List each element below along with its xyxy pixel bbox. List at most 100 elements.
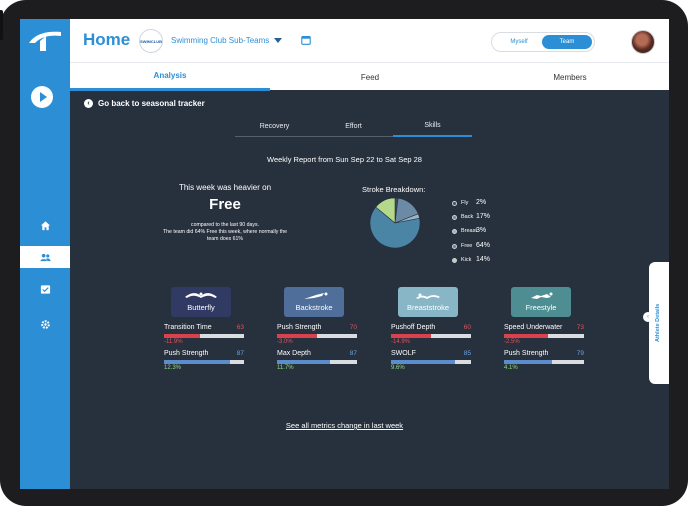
stroke-button-breaststroke[interactable]: Breaststroke (398, 287, 458, 317)
stroke-button-butterfly[interactable]: Butterfly (171, 287, 231, 317)
metric: SWOLF 85 9.6% (391, 350, 471, 372)
athlete-details-panel-tab[interactable]: Athlete Details (649, 262, 669, 384)
metric-name: Pushoff Depth (391, 324, 436, 331)
report-title: Weekly Report from Sun Sep 22 to Sat Sep… (267, 155, 422, 164)
summary-compare-line-2: The team did 64% Free this week, where n… (163, 229, 287, 235)
back-to-tracker-link[interactable]: ‹ Go back to seasonal tracker (84, 99, 205, 108)
legend-value: 2% (476, 199, 487, 206)
see-all-metrics-link[interactable]: See all metrics change in last week (20, 421, 669, 430)
page-title: Home (83, 30, 131, 49)
metric-name: Push Strength (504, 350, 549, 357)
weekly-summary: This week was heavier on Free compared t… (140, 183, 310, 243)
stroke-label: Freestyle (525, 303, 557, 312)
legend-dot (452, 243, 457, 249)
metric-score: 73 (576, 324, 584, 331)
metric-bar-fill (164, 334, 200, 338)
team-icon[interactable] (20, 246, 70, 268)
legend-item-kick: Kick 14% (452, 255, 522, 269)
avatar[interactable] (631, 30, 655, 54)
summary-compare-line-1: compared to the last 90 days. (190, 222, 260, 228)
toggle-myself[interactable]: Myself (494, 35, 544, 49)
metric-name: Max Depth (277, 350, 311, 357)
metric: Speed Underwater 73 -2.5% (504, 324, 584, 346)
back-arrow-icon: ‹ (84, 99, 93, 108)
top-header: Home SWIMCLUB Swimming Club Sub-Teams My… (70, 19, 669, 62)
tab-members[interactable]: Members (470, 63, 669, 91)
tab-feed[interactable]: Feed (270, 63, 470, 91)
toggle-team[interactable]: Team (542, 35, 592, 49)
analysis-subtabs: Recovery Effort Skills (235, 115, 472, 137)
app-screen: Home SWIMCLUB Swimming Club Sub-Teams My… (20, 19, 669, 489)
stroke-button-freestyle[interactable]: Freestyle (511, 287, 571, 317)
checklist-icon[interactable] (20, 278, 70, 300)
stroke-button-backstroke[interactable]: Backstroke (284, 287, 344, 317)
legend-dot (452, 201, 457, 206)
swimmer-icon (185, 292, 217, 298)
back-link-label: Go back to seasonal tracker (98, 99, 205, 108)
app-logo-icon (29, 31, 61, 51)
metric-name: Transition Time (164, 324, 212, 331)
settings-icon[interactable] (20, 313, 70, 335)
legend-name: Free (461, 242, 473, 249)
legend-item-fly: Fly 2% (452, 198, 522, 212)
metric-bar (164, 334, 244, 338)
stroke-card-backstroke: Backstroke Push Strength 70 -3.0% Max Depth 8… (277, 287, 392, 372)
legend-dot (452, 215, 457, 221)
metric-bar (391, 360, 471, 364)
metric: Push Strength 79 4.1% (504, 350, 584, 372)
metric-bar (277, 360, 357, 364)
metric-change: 11.7% (277, 365, 294, 371)
swimmer-icon (531, 292, 553, 299)
metric-score: 87 (349, 350, 357, 357)
metric-bar (504, 334, 584, 338)
stroke-label: Breaststroke (406, 303, 450, 312)
metric-bar-fill (504, 360, 552, 364)
metric-score: 85 (463, 350, 471, 357)
legend-item-back: Back 17% (452, 212, 522, 226)
legend-name: Breast (461, 228, 477, 235)
stroke-breakdown-pie (369, 197, 421, 249)
metric-score: 87 (236, 350, 244, 357)
metric-change: 9.6% (391, 365, 405, 371)
metric-change: -3.0% (277, 339, 293, 345)
metric-score: 63 (236, 324, 244, 331)
metric-score: 79 (576, 350, 584, 357)
metric-name: Speed Underwater (504, 324, 563, 331)
home-icon[interactable] (20, 214, 70, 236)
stroke-card-butterfly: Butterfly Transition Time 63 -11.9% Push Str… (164, 287, 279, 372)
legend-name: Back (461, 214, 474, 221)
metric-name: Push Strength (164, 350, 209, 357)
legend-value: 3% (476, 227, 487, 235)
metric-bar (164, 360, 244, 364)
legend-item-free: Free 64% (452, 241, 522, 255)
metric-change: -14.9% (391, 339, 411, 345)
myself-team-toggle: Myself Team (491, 32, 595, 52)
summary-stroke: Free (209, 196, 241, 213)
stroke-label: Butterfly (187, 303, 215, 312)
stroke-card-breaststroke: Breaststroke Pushoff Depth 60 -14.9% SWOLF 85… (391, 287, 506, 372)
swimmer-icon (416, 293, 440, 299)
subtab-skills[interactable]: Skills (393, 115, 472, 137)
subtab-effort[interactable]: Effort (314, 115, 393, 137)
metric-score: 60 (463, 324, 471, 331)
club-logo: SWIMCLUB (139, 29, 163, 53)
chevron-down-icon[interactable] (274, 38, 282, 43)
legend-dot (452, 257, 457, 263)
subtab-recovery[interactable]: Recovery (235, 115, 314, 137)
athlete-details-label: Athlete Details (655, 303, 661, 342)
chevron-left-icon[interactable]: ‹ (643, 312, 653, 322)
legend-dot (452, 229, 457, 235)
metric-bar-fill (277, 360, 330, 364)
swimmer-icon (304, 292, 328, 299)
summary-lead: This week was heavier on (178, 183, 272, 192)
tab-analysis[interactable]: Analysis (70, 63, 270, 91)
metric-bar-fill (504, 334, 548, 338)
metric: Push Strength 87 12.3% (164, 350, 244, 372)
metric-bar-fill (277, 334, 317, 338)
calendar-icon[interactable] (301, 35, 311, 45)
metric-bar-fill (391, 360, 455, 364)
club-selector[interactable]: Swimming Club Sub-Teams (171, 36, 269, 45)
tablet-frame: Home SWIMCLUB Swimming Club Sub-Teams My… (0, 0, 688, 506)
summary-compare-line-3: team does 61% (206, 236, 244, 242)
play-icon[interactable] (31, 86, 53, 108)
